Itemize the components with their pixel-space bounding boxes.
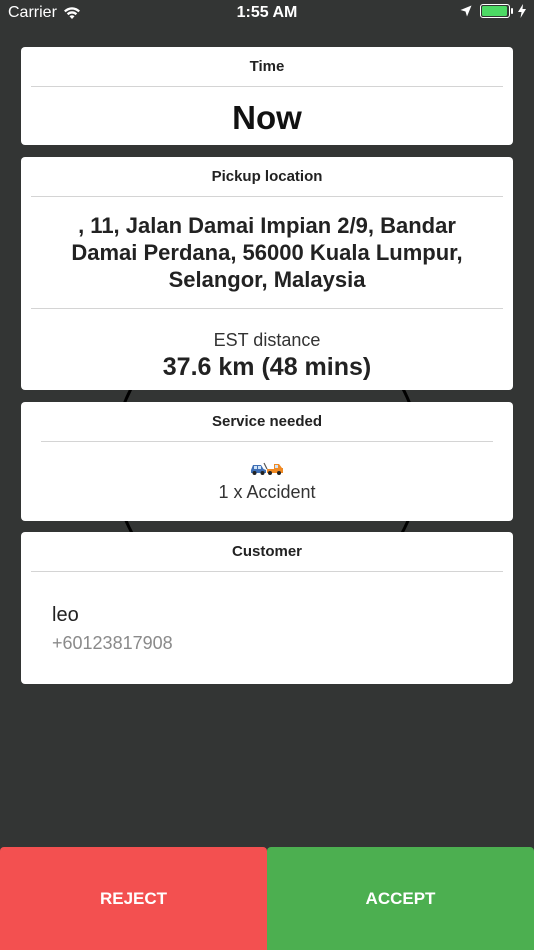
distance-value: 37.6 km (48 mins) [162, 353, 372, 381]
customer-card: Customer leo +60123817908 [21, 532, 513, 684]
charging-bolt-icon [518, 4, 526, 18]
time-card: Time Now [21, 47, 513, 145]
customer-phone[interactable]: +60123817908 [52, 633, 513, 654]
customer-name: leo [52, 604, 79, 626]
status-bar: Carrier 1:55 AM [0, 0, 534, 28]
service-card: Service needed 1 x Accident [21, 402, 513, 521]
service-description: 1 x Accident [218, 482, 316, 502]
accept-button[interactable]: ACCEPT [267, 847, 534, 950]
distance-label: EST distance [213, 330, 321, 350]
status-right [460, 4, 526, 18]
location-arrow-icon [460, 5, 472, 17]
divider [31, 571, 503, 572]
battery-level [482, 6, 507, 16]
time-card-header: Time [249, 58, 285, 75]
pickup-address: , 11, Jalan Damai Impian 2/9, Bandar Dam… [71, 213, 463, 292]
service-card-header: Service needed [211, 413, 323, 430]
status-time: 1:55 AM [236, 4, 298, 21]
customer-card-header: Customer [231, 543, 302, 560]
battery-icon [480, 4, 513, 18]
divider [41, 441, 493, 442]
pickup-card-header: Pickup location [211, 168, 323, 185]
pickup-card: Pickup location , 11, Jalan Damai Impian… [21, 157, 513, 390]
reject-button[interactable]: REJECT [0, 847, 267, 950]
divider [31, 308, 503, 309]
time-value: Now [232, 99, 302, 136]
tow-truck-icon [251, 462, 283, 475]
